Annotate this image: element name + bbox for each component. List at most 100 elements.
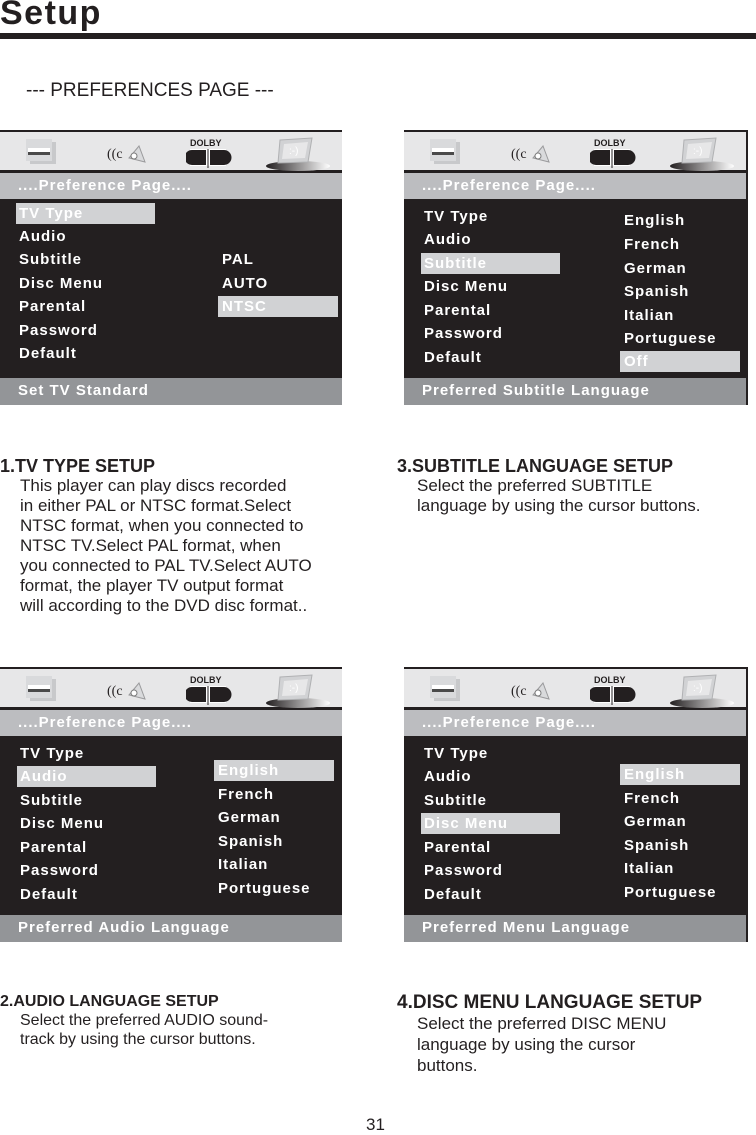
page-band-label: ....Preference Page....	[18, 714, 192, 731]
menu-item-password[interactable]: Password	[17, 860, 99, 881]
preference-monitor-icon[interactable]: :-)	[262, 136, 332, 177]
subtitle-line: Select the preferred SUBTITLE	[417, 476, 653, 495]
option-ntsc[interactable]: NTSC	[218, 296, 338, 317]
menu-item-disc-menu[interactable]: Disc Menu	[421, 813, 560, 834]
menu-item-subtitle[interactable]: Subtitle	[16, 249, 82, 270]
disc-menu-description: 4.DISC MENU LANGUAGE SETUP Select the pr…	[397, 992, 702, 1076]
page-band-label: ....Preference Page....	[422, 714, 596, 731]
option-german[interactable]: German	[620, 811, 687, 832]
menu-item-tv-type[interactable]: TV Type	[16, 203, 155, 224]
menu-item-audio[interactable]: Audio	[421, 229, 472, 250]
menu-item-disc-menu[interactable]: Disc Menu	[17, 813, 104, 834]
menu-item-subtitle[interactable]: Subtitle	[17, 790, 83, 811]
preference-monitor-icon[interactable]: :-)	[666, 673, 736, 714]
dolby-logo-icon[interactable]: DOLBY	[184, 136, 232, 175]
preference-monitor-icon[interactable]: :-)	[262, 673, 332, 714]
osd-panel-tv-type: ((c DOLBY :-) ....Preference Page.... TV Typ…	[0, 130, 342, 405]
dolby-logo-icon[interactable]: DOLBY	[184, 673, 232, 712]
osd-panel-audio: ((c DOLBY :-) ....Preference Page.... TV Typ…	[0, 667, 342, 942]
disc-menu-line: buttons.	[417, 1056, 478, 1075]
system-setup-icon[interactable]	[22, 673, 62, 710]
menu-item-parental[interactable]: Parental	[421, 837, 491, 858]
audio-description: 2.AUDIO LANGUAGE SETUP Select the prefer…	[0, 992, 268, 1049]
menu-item-default[interactable]: Default	[421, 884, 482, 905]
audio-speaker-icon[interactable]: ((c	[509, 673, 553, 710]
status-footer-label: Set TV Standard	[18, 382, 149, 399]
menu-item-tv-type[interactable]: TV Type	[421, 743, 488, 764]
menu-item-default[interactable]: Default	[16, 343, 77, 364]
menu-item-parental[interactable]: Parental	[421, 300, 491, 321]
menu-item-parental[interactable]: Parental	[16, 296, 86, 317]
preference-monitor-icon[interactable]: :-)	[666, 136, 736, 177]
option-french[interactable]: French	[620, 788, 680, 809]
menu-item-default[interactable]: Default	[421, 347, 482, 368]
system-setup-icon[interactable]	[426, 673, 466, 710]
menu-item-password[interactable]: Password	[16, 320, 98, 341]
option-spanish[interactable]: Spanish	[620, 835, 689, 856]
status-footer: Preferred Subtitle Language	[404, 378, 746, 405]
icon-bar: ((c DOLBY:-)	[404, 667, 746, 709]
menu-item-disc-menu[interactable]: Disc Menu	[16, 273, 103, 294]
option-english[interactable]: English	[214, 760, 334, 781]
menu-item-subtitle[interactable]: Subtitle	[421, 790, 487, 811]
option-english[interactable]: English	[620, 764, 740, 785]
audio-speaker-icon[interactable]: ((c	[105, 136, 149, 173]
audio-speaker-icon[interactable]: ((c	[105, 673, 149, 710]
option-portuguese[interactable]: Portuguese	[620, 328, 717, 349]
menu-item-tv-type[interactable]: TV Type	[17, 743, 84, 764]
icon-bar: ((c DOLBY:-)	[404, 130, 746, 172]
option-spanish[interactable]: Spanish	[620, 281, 689, 302]
disc-menu-line: Select the preferred DISC MENU	[417, 1014, 667, 1033]
system-setup-icon[interactable]	[22, 136, 62, 173]
section-heading: --- PREFERENCES PAGE ---	[26, 80, 274, 101]
option-italian[interactable]: Italian	[620, 305, 674, 326]
audio-heading: 2.AUDIO LANGUAGE SETUP	[0, 993, 219, 1010]
dolby-logo-icon[interactable]: DOLBY	[588, 136, 636, 175]
menu-item-audio[interactable]: Audio	[421, 766, 472, 787]
subtitle-line: language by using the cursor buttons.	[417, 496, 701, 515]
page-band: ....Preference Page....	[404, 173, 746, 199]
subtitle-heading: 3.SUBTITLE LANGUAGE SETUP	[397, 456, 674, 476]
option-french[interactable]: French	[620, 234, 680, 255]
menu-item-subtitle[interactable]: Subtitle	[421, 253, 560, 274]
tv-type-line: This player can play discs recorded	[20, 476, 287, 495]
osd-panel-subtitle: ((c DOLBY :-) ....Preference Page.... TV Typ…	[404, 130, 748, 405]
option-pal[interactable]: PAL	[218, 249, 254, 270]
system-setup-icon[interactable]	[426, 136, 466, 173]
tv-type-line: format, the player TV output format	[20, 576, 284, 595]
option-german[interactable]: German	[214, 807, 281, 828]
option-auto[interactable]: AUTO	[218, 273, 268, 294]
option-italian[interactable]: Italian	[620, 858, 674, 879]
option-french[interactable]: French	[214, 784, 274, 805]
tv-type-line: you connected to PAL TV.Select AUTO	[20, 556, 312, 575]
menu-item-audio[interactable]: Audio	[17, 766, 156, 787]
menu-item-password[interactable]: Password	[421, 860, 503, 881]
option-spanish[interactable]: Spanish	[214, 831, 283, 852]
option-italian[interactable]: Italian	[214, 854, 268, 875]
dolby-logo-icon[interactable]: DOLBY	[588, 673, 636, 712]
menu-item-disc-menu[interactable]: Disc Menu	[421, 276, 508, 297]
option-portuguese[interactable]: Portuguese	[214, 878, 311, 899]
tv-type-description: 1.TV TYPE SETUP This player can play dis…	[0, 456, 312, 616]
menu-item-default[interactable]: Default	[17, 884, 78, 905]
page-title: Setup	[0, 0, 102, 32]
option-off[interactable]: Off	[620, 351, 740, 372]
svg-text:((c: ((c	[107, 684, 123, 699]
tv-type-line: will according to the DVD disc format..	[20, 596, 308, 615]
audio-line: Select the preferred AUDIO sound-	[20, 1012, 269, 1029]
tv-type-line: in either PAL or NTSC format.Select	[20, 496, 292, 515]
icon-bar: ((c DOLBY:-)	[0, 667, 342, 709]
menu-item-tv-type[interactable]: TV Type	[421, 206, 488, 227]
audio-speaker-icon[interactable]: ((c	[509, 136, 553, 173]
menu-item-audio[interactable]: Audio	[16, 226, 67, 247]
svg-text:DOLBY: DOLBY	[594, 138, 626, 148]
page-band: ....Preference Page....	[0, 173, 342, 199]
disc-menu-heading: 4.DISC MENU LANGUAGE SETUP	[397, 992, 703, 1013]
option-portuguese[interactable]: Portuguese	[620, 882, 717, 903]
option-english[interactable]: English	[620, 210, 685, 231]
option-german[interactable]: German	[620, 258, 687, 279]
menu-item-password[interactable]: Password	[421, 323, 503, 344]
menu-item-parental[interactable]: Parental	[17, 837, 87, 858]
osd-panel-disc-menu: ((c DOLBY :-) ....Preference Page.... TV Typ…	[404, 667, 748, 942]
svg-text:DOLBY: DOLBY	[190, 675, 222, 685]
